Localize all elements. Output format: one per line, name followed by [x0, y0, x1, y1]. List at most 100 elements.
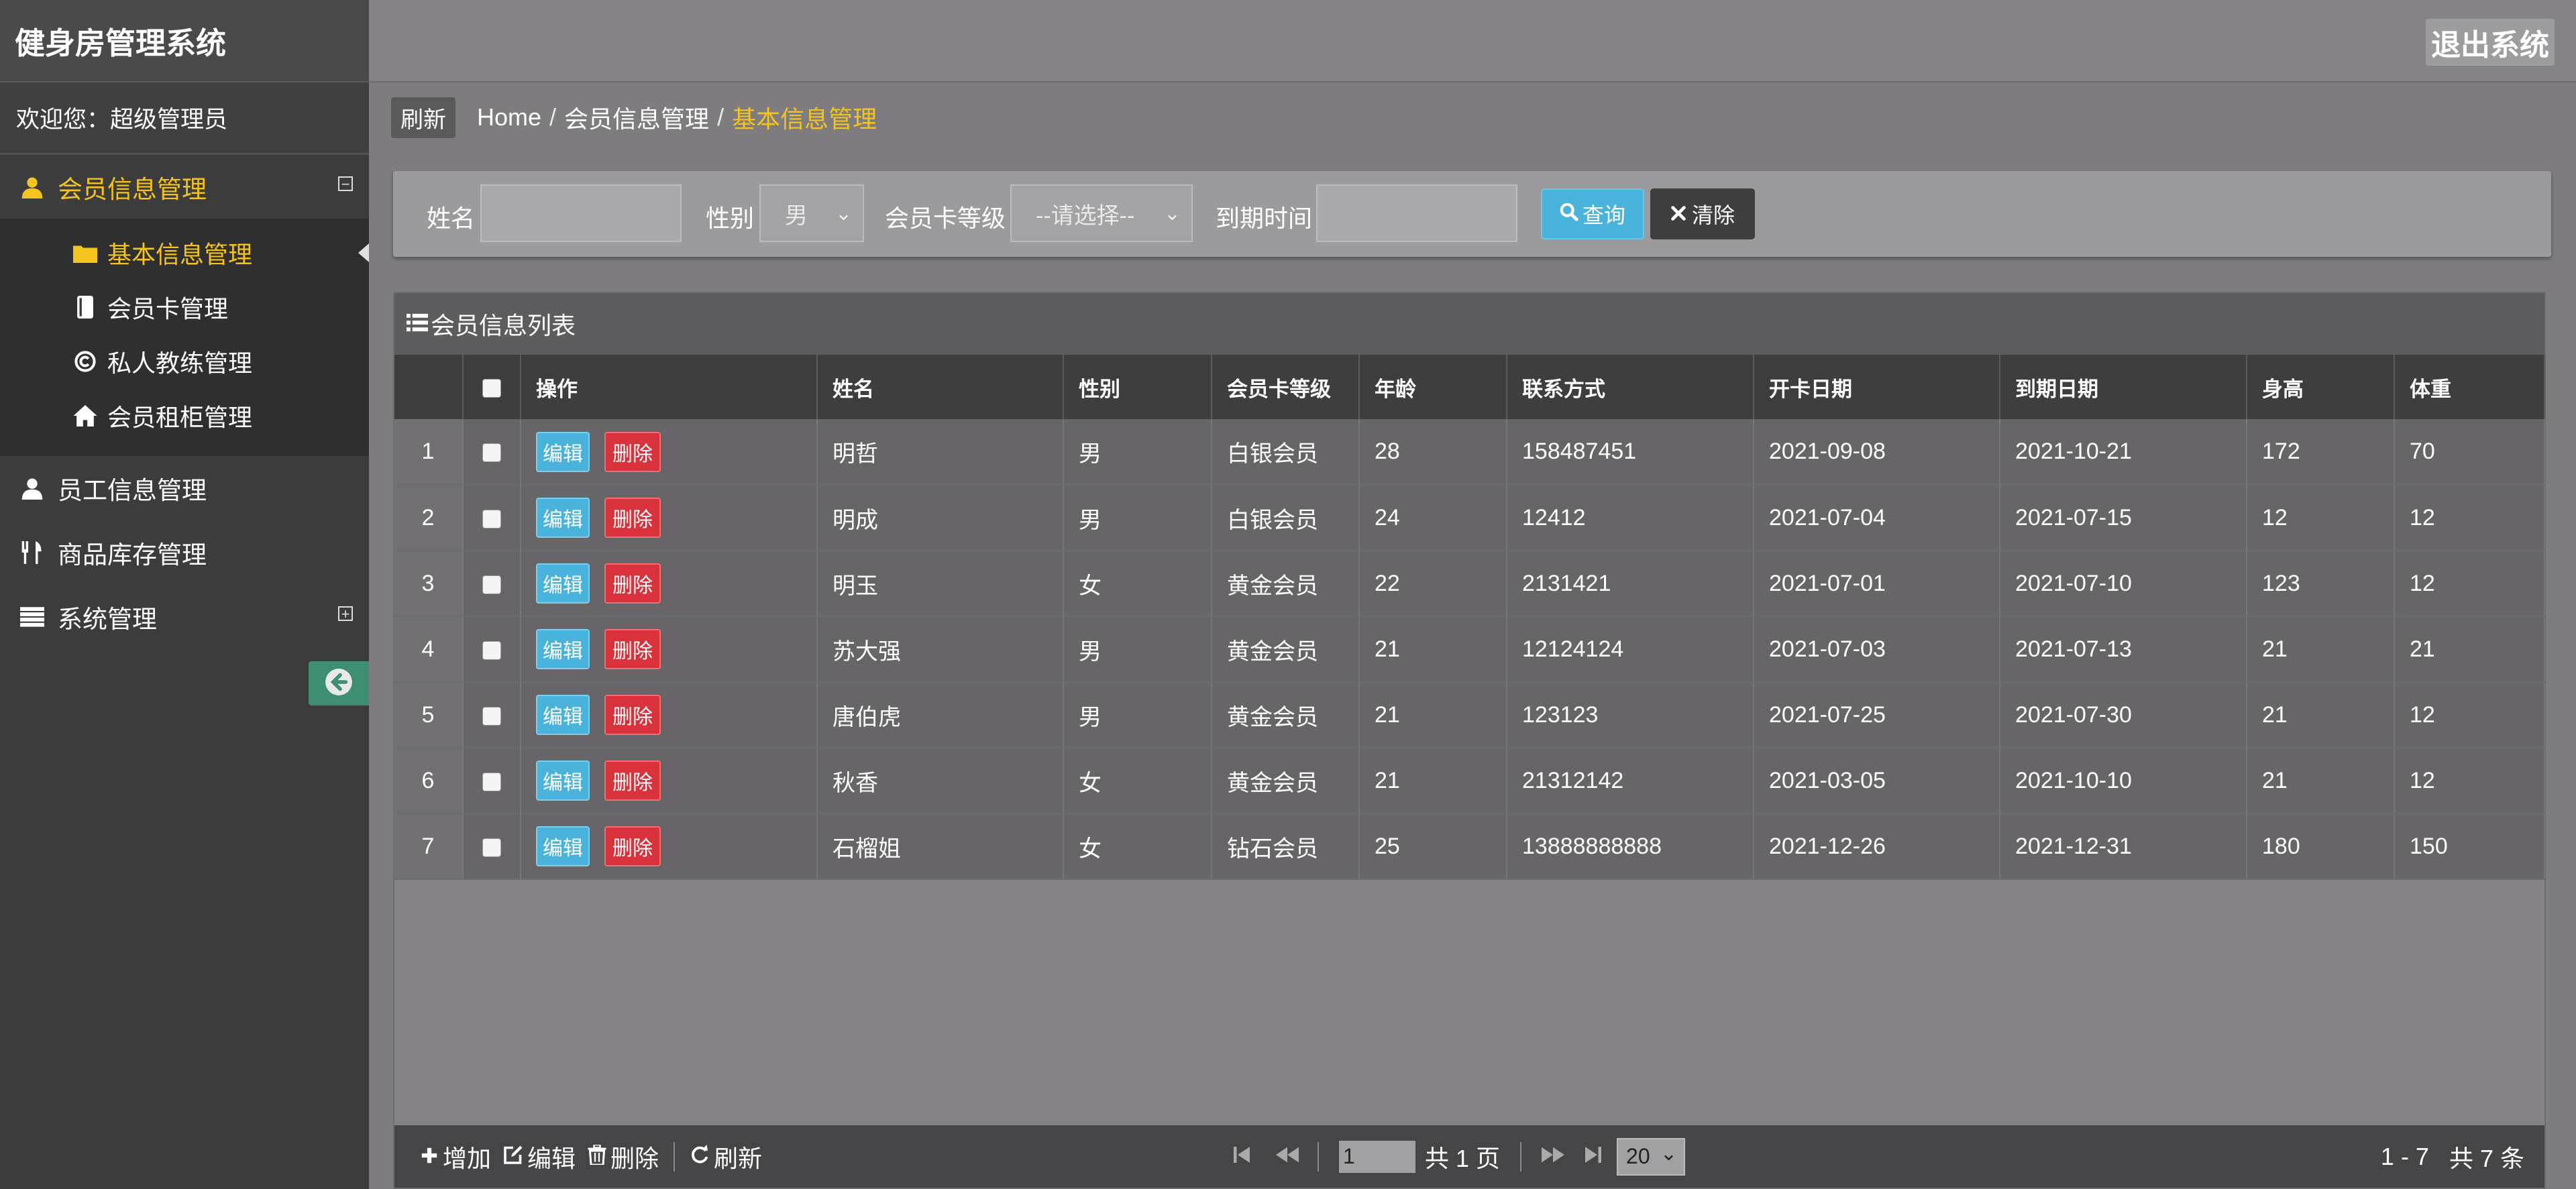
row-edit-button[interactable]: 编辑: [536, 826, 590, 866]
sidebar-item-member-card[interactable]: 会员卡管理: [0, 280, 369, 334]
top-header: 退出系统: [369, 0, 2576, 82]
column-header-height[interactable]: 身高: [2247, 355, 2395, 419]
row-delete-button[interactable]: 删除: [604, 498, 661, 538]
cell-weight: 70: [2394, 419, 2545, 486]
row-checkbox[interactable]: [463, 748, 521, 814]
sidebar-group-member-info[interactable]: 会员信息管理 −: [0, 154, 369, 219]
column-header-age[interactable]: 年龄: [1359, 355, 1507, 419]
column-header-level[interactable]: 会员卡等级: [1212, 355, 1360, 419]
row-delete-button[interactable]: 删除: [604, 760, 661, 801]
column-header-name[interactable]: 姓名: [817, 355, 1064, 419]
row-actions: 编辑 删除: [521, 616, 818, 683]
prev-page-icon[interactable]: [1276, 1143, 1299, 1171]
table-row: 1 编辑 删除 明哲男白银会员 28 158487451 2021-09-08 2021-10…: [394, 419, 2545, 486]
row-checkbox[interactable]: [463, 616, 521, 683]
edit-button[interactable]: 编辑: [503, 1139, 576, 1174]
sidebar-item-locker-rental[interactable]: 会员租柜管理: [0, 388, 369, 443]
row-checkbox[interactable]: [463, 682, 521, 748]
row-number-header: [394, 355, 464, 419]
query-button[interactable]: 查询: [1541, 188, 1644, 239]
cell-weight: 12: [2394, 748, 2545, 814]
row-edit-button[interactable]: 编辑: [536, 695, 590, 735]
add-label: 增加: [443, 1144, 492, 1172]
column-header-weight[interactable]: 体重: [2394, 355, 2545, 419]
edit-icon: [503, 1143, 523, 1171]
row-actions: 编辑 删除: [521, 419, 818, 486]
expire-date-input[interactable]: [1316, 184, 1517, 242]
select-all-checkbox[interactable]: [463, 355, 521, 419]
column-header-end[interactable]: 到期日期: [2000, 355, 2247, 419]
cell-weight: 150: [2394, 813, 2545, 880]
logout-button[interactable]: 退出系统: [2426, 19, 2555, 66]
sidebar-item-private-coach[interactable]: 私人教练管理: [0, 334, 369, 388]
level-select[interactable]: --请选择-- ⌄: [1010, 184, 1193, 242]
cutlery-icon: [19, 541, 46, 564]
row-checkbox[interactable]: [463, 485, 521, 551]
cell-phone: 12412: [1507, 485, 1754, 551]
row-actions: 编辑 删除: [521, 748, 818, 814]
page-size-value: 20: [1626, 1144, 1650, 1168]
row-edit-button[interactable]: 编辑: [536, 498, 590, 538]
delete-button[interactable]: 删除: [588, 1139, 659, 1174]
last-page-icon[interactable]: [1585, 1143, 1602, 1171]
row-checkbox[interactable]: [463, 551, 521, 617]
breadcrumb-member-info[interactable]: 会员信息管理: [564, 100, 709, 135]
page-size-select[interactable]: 20 ⌄: [1617, 1137, 1686, 1176]
gender-select[interactable]: 男 ⌄: [759, 184, 864, 242]
cell-gender: 女: [1063, 813, 1212, 880]
row-edit-button[interactable]: 编辑: [536, 563, 590, 604]
row-delete-button[interactable]: 删除: [604, 695, 661, 735]
cell-start: 2021-09-08: [1754, 419, 2000, 486]
row-edit-button[interactable]: 编辑: [536, 760, 590, 801]
refresh-button[interactable]: 刷新: [391, 97, 455, 138]
cell-gender: 女: [1063, 748, 1212, 814]
gender-select-value: 男: [785, 203, 808, 229]
book-icon: [72, 295, 98, 319]
table-row: 7 编辑 删除 石榴姐女钻石会员 25 13888888888 2021-12-26 2021…: [394, 813, 2545, 880]
cell-height: 21: [2247, 748, 2395, 814]
table-row: 6 编辑 删除 秋香女黄金会员 21 21312142 2021-03-05 2021-10-…: [394, 748, 2545, 814]
row-number: 7: [394, 813, 464, 880]
row-delete-button[interactable]: 删除: [604, 431, 661, 472]
row-delete-button[interactable]: 删除: [604, 629, 661, 669]
cell-phone: 13888888888: [1507, 813, 1754, 880]
row-edit-button[interactable]: 编辑: [536, 629, 590, 669]
name-input[interactable]: [480, 184, 682, 242]
first-page-icon[interactable]: [1233, 1143, 1250, 1171]
add-button[interactable]: 增加: [420, 1139, 491, 1174]
row-checkbox[interactable]: [463, 813, 521, 880]
sidebar-group-label: 员工信息管理: [58, 477, 207, 504]
row-checkbox[interactable]: [463, 419, 521, 486]
column-header-gender[interactable]: 性别: [1063, 355, 1212, 419]
member-table: 操作 姓名 性别 会员卡等级 年龄 联系方式 开卡日期 到期日期 身高 体重 1…: [394, 355, 2545, 880]
edit-label: 编辑: [527, 1144, 576, 1172]
home-icon: [72, 404, 98, 427]
row-delete-button[interactable]: 删除: [604, 826, 661, 866]
total-pages-text: 共 1 页: [1425, 1144, 1501, 1172]
row-delete-button[interactable]: 删除: [604, 563, 661, 604]
cell-name: 明成: [817, 485, 1064, 551]
clear-button[interactable]: 清除: [1650, 188, 1755, 239]
cell-gender: 男: [1063, 682, 1212, 748]
sidebar-collapse-button[interactable]: [309, 661, 369, 705]
level-label: 会员卡等级: [885, 205, 1006, 232]
cell-end: 2021-12-31: [2000, 813, 2247, 880]
expand-toggle-icon[interactable]: +: [338, 606, 353, 622]
sidebar-group-staff-info[interactable]: 员工信息管理: [0, 456, 369, 520]
collapse-toggle-icon[interactable]: −: [338, 176, 353, 192]
chevron-down-icon: ⌄: [1660, 1142, 1678, 1165]
row-edit-button[interactable]: 编辑: [536, 431, 590, 472]
column-header-start[interactable]: 开卡日期: [1754, 355, 2000, 419]
breadcrumb-home[interactable]: Home: [477, 103, 541, 131]
sidebar-group-inventory[interactable]: 商品库存管理: [0, 520, 369, 585]
list-toolbar: 增加 编辑 删除 刷新 1 共 1 页 20 ⌄ 1 - 7 共 7 条: [394, 1125, 2544, 1188]
page-number-input[interactable]: 1: [1339, 1140, 1415, 1173]
cell-gender: 男: [1063, 616, 1212, 683]
next-page-icon[interactable]: [1542, 1143, 1565, 1171]
cell-phone: 123123: [1507, 682, 1754, 748]
cell-end: 2021-10-10: [2000, 748, 2247, 814]
refresh-list-button[interactable]: 刷新: [690, 1139, 762, 1174]
sidebar-group-system[interactable]: 系统管理 +: [0, 585, 369, 649]
sidebar-item-basic-info[interactable]: 基本信息管理: [0, 225, 369, 280]
column-header-phone[interactable]: 联系方式: [1507, 355, 1754, 419]
